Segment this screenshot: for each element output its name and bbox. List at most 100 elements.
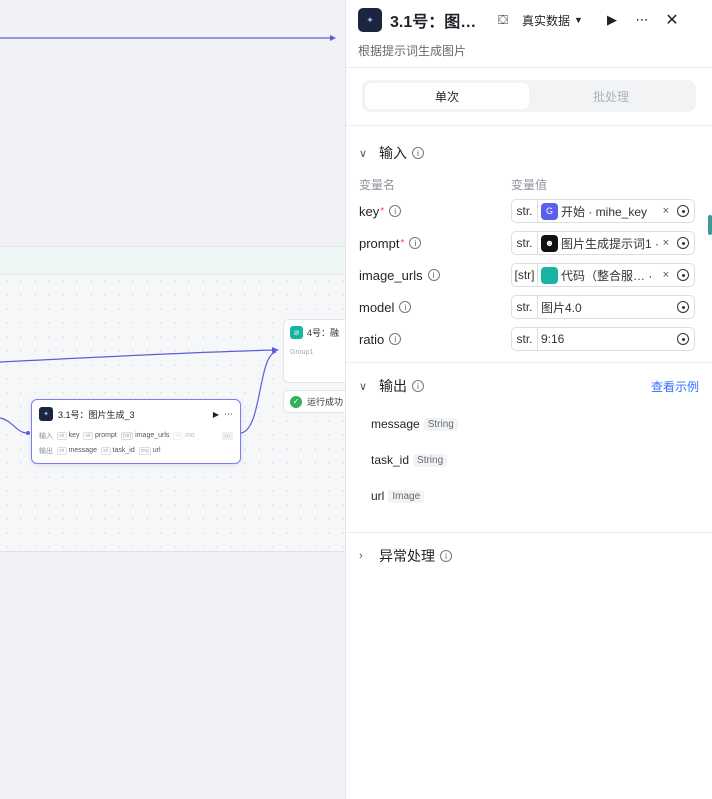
data-mode-select[interactable]: 真实数据 ▼ — [522, 12, 583, 29]
output-type: Image — [388, 489, 425, 503]
exception-section-title: 异常处理 — [379, 548, 435, 564]
info-icon[interactable]: i — [427, 269, 440, 281]
var-name: model i — [359, 300, 511, 315]
edge-node31-out — [240, 351, 277, 434]
var-value[interactable]: 代码（整合服… · — [538, 266, 660, 284]
tab-single[interactable]: 单次 — [365, 83, 529, 109]
input-row-key: key * i str. G 开始 · mihe_key × — [346, 195, 712, 227]
node-3-1[interactable]: ✦ 3.1号：图片生成_3 ▶ ⋯ 输入 str key str prompt [s… — [31, 399, 241, 464]
var-value[interactable]: ☻ 图片生成提示词1 · ( — [538, 234, 660, 252]
var-value-field[interactable]: [str] 代码（整合服… · × — [511, 263, 695, 287]
output-section-toggle[interactable]: ∨ 输出 i — [359, 376, 424, 396]
info-icon[interactable]: i — [412, 380, 424, 392]
divider — [346, 532, 712, 533]
var-name: ratio i — [359, 332, 511, 347]
more-icon[interactable]: ⋯ — [631, 9, 653, 31]
clear-icon[interactable]: × — [660, 205, 672, 217]
info-icon[interactable]: i — [440, 550, 452, 562]
run-icon[interactable]: ▶ — [601, 9, 623, 31]
var-value-field[interactable]: str. ☻ 图片生成提示词1 · ( × — [511, 231, 695, 255]
var-name-text: prompt — [359, 235, 400, 251]
run-status-badge[interactable]: ✓ 运行成功 — [283, 390, 346, 413]
clear-icon[interactable]: × — [660, 237, 672, 249]
panel-header: ✦ 3.1号：图… ⛋ 真实数据 ▼ ▶ ⋯ ✕ 根据提示词生成图片 — [346, 0, 712, 68]
mode-tabs: 单次 批处理 — [362, 80, 696, 112]
var-value-text: 图片4.0 — [541, 300, 582, 315]
clear-icon[interactable]: × — [660, 269, 672, 281]
input-key: str key — [57, 431, 80, 440]
node-4[interactable]: ⊘ 4号：融 Group1 — [283, 319, 346, 383]
type-selector[interactable]: str. — [512, 296, 538, 318]
info-icon[interactable]: i — [412, 147, 424, 159]
chevron-right-icon: › — [359, 550, 363, 562]
run-status-text: 运行成功 — [307, 397, 344, 407]
var-value[interactable]: 图片4.0 — [538, 299, 672, 316]
exception-section-header[interactable]: › 异常处理 i — [346, 536, 712, 576]
run-node-icon[interactable]: ▶ — [213, 410, 219, 419]
var-value-field[interactable]: str. 9:16 — [511, 327, 695, 351]
output-section-header: ∨ 输出 i 查看示例 — [346, 366, 712, 406]
info-icon[interactable]: i — [389, 205, 402, 217]
output-url: img url — [138, 446, 161, 455]
var-name-text: image_urls — [359, 267, 423, 283]
edge-to-node4 — [0, 349, 277, 363]
output-name: url — [371, 489, 385, 503]
info-icon[interactable]: i — [399, 301, 412, 313]
tab-batch[interactable]: 批处理 — [529, 83, 693, 109]
reference-target-icon[interactable] — [672, 301, 694, 313]
workflow-canvas[interactable]: ✦ 3.1号：图片生成_3 ▶ ⋯ 输入 str key str prompt [s… — [0, 0, 346, 799]
info-icon[interactable]: i — [409, 237, 422, 249]
output-row: message String — [346, 406, 712, 442]
image-gen-icon: ✦ — [358, 8, 382, 32]
type-selector[interactable]: [str] — [512, 264, 538, 286]
node-3-1-outputs: 输出 str message str task_id img url — [32, 443, 240, 458]
required-mark: * — [380, 205, 385, 217]
type-selector[interactable]: str. — [512, 328, 538, 350]
reference-target-icon[interactable] — [672, 205, 694, 217]
more-inputs-icon[interactable]: ⋯ — [222, 431, 233, 440]
input-row-image-urls: image_urls i [str] 代码（整合服… · × — [346, 259, 712, 291]
caret-down-icon: ▼ — [574, 15, 583, 25]
reference-target-icon[interactable] — [672, 237, 694, 249]
panel-title[interactable]: 3.1号：图… — [390, 8, 486, 32]
output-type: String — [423, 417, 458, 431]
input-model: str mo — [173, 431, 195, 440]
output-task-id: str task_id — [100, 446, 135, 455]
chevron-down-icon: ∨ — [359, 380, 368, 393]
output-name: message — [371, 417, 420, 431]
close-icon[interactable]: ✕ — [661, 9, 683, 31]
check-icon: ✓ — [290, 395, 302, 408]
var-value[interactable]: 9:16 — [538, 332, 672, 346]
var-value-field[interactable]: str. 图片4.0 — [511, 295, 695, 319]
edge-into-node31 — [0, 417, 27, 434]
var-value[interactable]: G 开始 · mihe_key — [538, 202, 660, 220]
merge-icon: ⊘ — [290, 326, 303, 339]
var-name: key * i — [359, 204, 511, 219]
input-section-header[interactable]: ∨ 输入 i — [346, 133, 712, 173]
output-rows: message String task_id String url Image — [346, 406, 712, 514]
debug-icon[interactable]: ⛋ — [492, 9, 514, 31]
reference-target-icon[interactable] — [672, 333, 694, 345]
node-3-1-inputs: 输入 str key str prompt [str] image_urls str m… — [32, 428, 240, 443]
type-selector[interactable]: str. — [512, 200, 538, 222]
node-3-1-header: ✦ 3.1号：图片生成_3 ▶ ⋯ — [32, 400, 240, 428]
input-prompt: str prompt — [83, 431, 117, 440]
edge-top-arrow — [330, 35, 336, 41]
info-icon[interactable]: i — [389, 333, 402, 345]
var-name-text: ratio — [359, 331, 385, 347]
output-message: str message — [57, 446, 97, 455]
view-example-link[interactable]: 查看示例 — [651, 378, 699, 395]
more-icon[interactable]: ⋯ — [224, 409, 233, 420]
input-section-title: 输入 — [379, 145, 407, 161]
col-var-value: 变量值 — [511, 177, 548, 192]
output-row: task_id String — [346, 442, 712, 478]
var-value-field[interactable]: str. G 开始 · mihe_key × — [511, 199, 695, 223]
output-row: url Image — [346, 478, 712, 514]
type-selector[interactable]: str. — [512, 232, 538, 254]
node-3-1-title: 3.1号：图片生成_3 — [58, 409, 135, 420]
code-icon — [541, 266, 558, 284]
llm-icon: ☻ — [541, 234, 558, 252]
reference-target-icon[interactable] — [672, 269, 694, 281]
node-4-header: ⊘ 4号：融 — [284, 320, 346, 339]
data-mode-label: 真实数据 — [522, 13, 571, 28]
